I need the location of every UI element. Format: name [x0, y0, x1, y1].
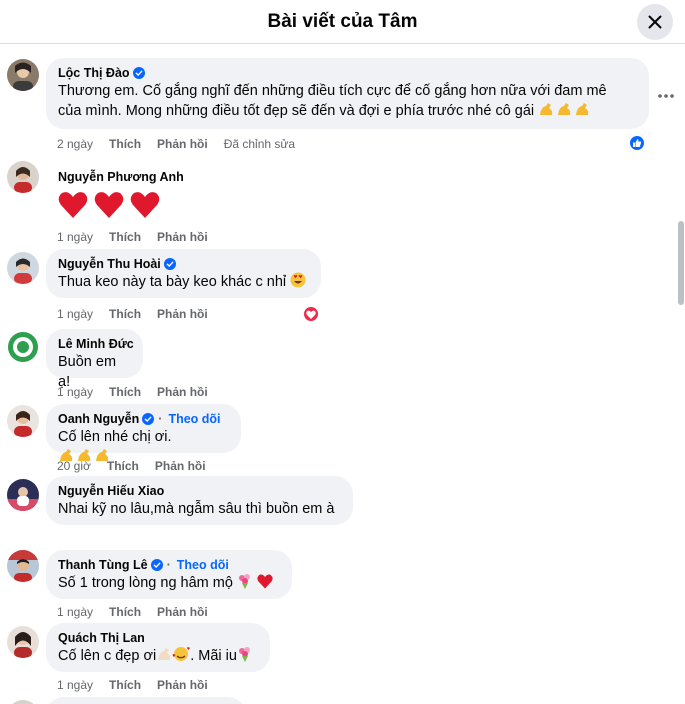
heart-icon — [94, 192, 124, 218]
dialog-title: Bài viết của Tâm — [267, 11, 418, 32]
follow-button[interactable]: Theo dõi — [168, 411, 220, 427]
comment-time[interactable]: 1 ngày — [57, 677, 93, 693]
like-button[interactable]: Thích — [109, 604, 141, 620]
more-options-button[interactable] — [656, 86, 676, 106]
close-icon — [648, 15, 662, 29]
avatar[interactable] — [7, 331, 39, 363]
comment-author[interactable]: Thanh Tùng Lê — [58, 557, 148, 573]
comment-time[interactable]: 1 ngày — [57, 229, 93, 245]
comment-bubble: Lộc Thị Đào Thương em. Cố gắng nghĩ đến … — [46, 58, 649, 129]
scrollbar-thumb[interactable] — [678, 221, 684, 305]
comment-text: Nhai kỹ no lâu,mà ngẫm sâu thì buồn em à — [58, 501, 335, 517]
like-button[interactable]: Thích — [107, 458, 139, 474]
comment-time[interactable]: 1 ngày — [57, 384, 93, 400]
verified-badge-icon — [142, 413, 155, 425]
avatar[interactable] — [7, 161, 39, 193]
comment-author[interactable]: Quách Thị Lan — [58, 630, 145, 646]
flexed-biceps-emoji-icon — [538, 101, 592, 123]
love-reaction-icon[interactable] — [302, 305, 320, 323]
verified-badge-icon — [132, 67, 145, 79]
follow-button[interactable]: Theo dõi — [177, 557, 229, 573]
avatar[interactable] — [7, 405, 39, 437]
avatar[interactable] — [7, 479, 39, 511]
comment-text: Thua keo này ta bày keo khác c nhỉ — [58, 272, 309, 294]
comment-time[interactable]: 1 ngày — [57, 306, 93, 322]
comment-author[interactable]: Nguyễn Thu Hoài — [58, 256, 161, 272]
heart-eyes-emoji-icon — [290, 272, 306, 294]
reply-button[interactable]: Phản hồi — [155, 458, 206, 474]
heart-icon — [130, 192, 160, 218]
hearts-sticker — [58, 191, 184, 219]
reply-button[interactable]: Phản hồi — [157, 306, 208, 322]
comment-author[interactable]: Nguyễn Phương Anh — [58, 169, 184, 185]
comment-text: Cố lên c đẹp ơi . Mãi iu — [58, 646, 258, 668]
comment-bubble: Quách Thị Lan Cố lên c đẹp ơi . Mãi iu — [46, 623, 270, 672]
comment-author[interactable]: Lê Minh Đức — [58, 336, 134, 352]
bouquet-emoji-icon — [237, 573, 253, 595]
reply-button[interactable]: Phản hồi — [157, 136, 208, 152]
comment-bubble: Thanh Tùng Lê · Theo dõi Số 1 trong lòng… — [46, 550, 292, 599]
reply-button[interactable]: Phản hồi — [157, 604, 208, 620]
reply-button[interactable]: Phản hồi — [157, 384, 208, 400]
comment-author[interactable]: Oanh Nguyễn — [58, 411, 139, 427]
reply-button[interactable]: Phản hồi — [157, 229, 208, 245]
comment-time[interactable]: 1 ngày — [57, 604, 93, 620]
comments-list[interactable]: Lộc Thị Đào Thương em. Cố gắng nghĩ đến … — [0, 45, 685, 704]
heart-icon — [58, 192, 88, 218]
comment-text: Thương em. Cố gắng nghĩ đến những điều t… — [58, 81, 637, 123]
avatar[interactable] — [7, 550, 39, 582]
like-reaction-icon[interactable] — [628, 134, 646, 152]
like-button[interactable]: Thích — [109, 306, 141, 322]
close-button[interactable] — [637, 4, 673, 40]
comment-bubble: Oanh Nguyễn · Theo dõi Cố lên nhé chị ơi… — [46, 404, 241, 461]
like-button[interactable]: Thích — [109, 677, 141, 693]
comment-author[interactable]: Lộc Thị Đào — [58, 65, 130, 81]
comment-bubble: Lê Minh Đức Buồn em ạ! — [46, 329, 143, 390]
avatar[interactable] — [7, 626, 39, 658]
avatar[interactable] — [7, 252, 39, 284]
scrollbar[interactable] — [677, 221, 685, 305]
flexed-biceps-emoji-icon — [156, 646, 172, 668]
comment-text: Số 1 trong lòng ng hâm mộ — [58, 573, 280, 595]
smiling-face-with-hearts-emoji-icon — [172, 646, 191, 668]
verified-badge-icon — [163, 258, 176, 270]
avatar[interactable] — [7, 700, 39, 704]
red-heart-emoji-icon — [257, 574, 273, 595]
verified-badge-icon — [150, 559, 163, 571]
avatar[interactable] — [7, 59, 39, 91]
comment-bubble: Nguyễn Thu Hoài Thua keo này ta bày keo … — [46, 249, 321, 298]
like-button[interactable]: Thích — [109, 384, 141, 400]
more-horizontal-icon — [658, 94, 674, 98]
comment-time[interactable]: 20 giờ — [57, 458, 91, 474]
comment-author[interactable]: Nguyễn Hiếu Xiao — [58, 483, 164, 499]
bouquet-emoji-icon — [237, 646, 253, 668]
edited-label: Đã chỉnh sửa — [223, 137, 296, 151]
like-button[interactable]: Thích — [109, 136, 141, 152]
comment-time[interactable]: 2 ngày — [57, 136, 93, 152]
comment-bubble: Nguyễn Hiếu Xiao Nhai kỹ no lâu,mà ngẫm … — [46, 476, 353, 525]
like-button[interactable]: Thích — [109, 229, 141, 245]
comment-bubble — [46, 697, 246, 704]
dialog-header: Bài viết của Tâm — [0, 0, 685, 44]
reply-button[interactable]: Phản hồi — [157, 677, 208, 693]
